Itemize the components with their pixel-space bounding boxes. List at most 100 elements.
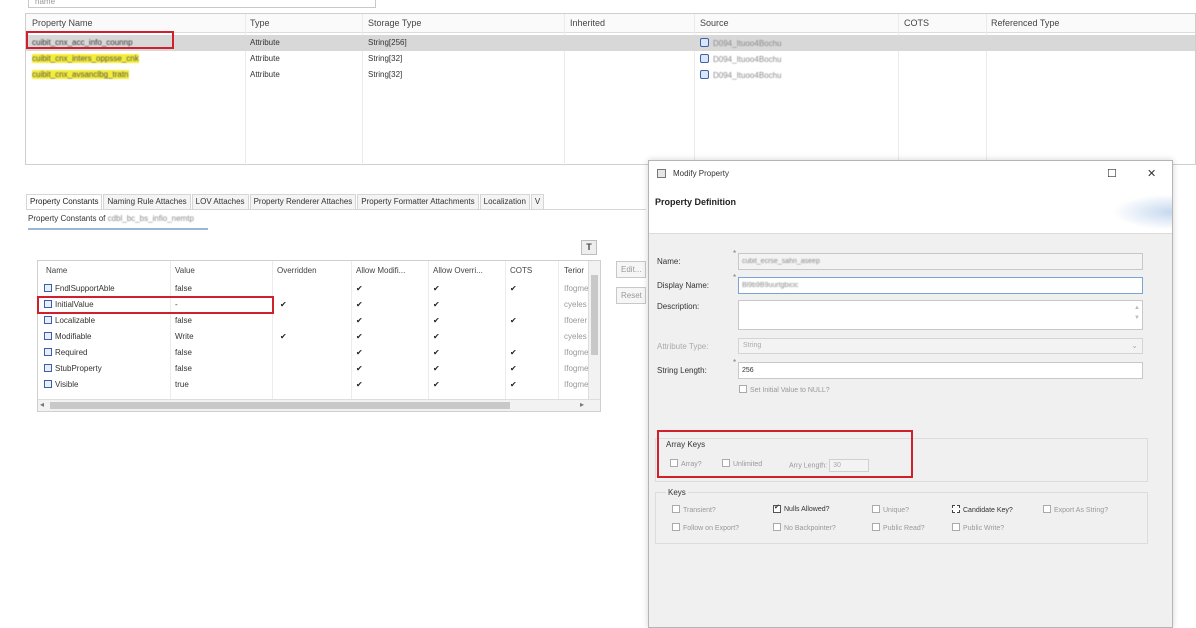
tab-property-renderer-attaches[interactable]: Property Renderer Attaches — [249, 194, 357, 209]
allow-override-cell: ✔ — [433, 284, 440, 293]
table-row[interactable]: Required false ✔ ✔ ✔ Ifogme — [38, 345, 600, 361]
value-cell: false — [175, 284, 192, 293]
tab-localization[interactable]: Localization — [479, 194, 530, 209]
allow-modify-cell: ✔ — [356, 364, 363, 373]
description-field[interactable]: ▲ ▼ — [738, 300, 1143, 330]
nulls-allowed-checkbox[interactable]: Nulls Allowed? — [773, 505, 830, 513]
vertical-scrollbar[interactable] — [588, 261, 600, 401]
close-icon[interactable]: ✕ — [1147, 167, 1156, 180]
table-row[interactable]: cuibit_cnx_acc_info_counnp Attribute Str… — [26, 35, 1195, 51]
table-row[interactable]: Localizable false ✔ ✔ ✔ Ifoerer — [38, 313, 600, 329]
constant-name-cell: Localizable — [44, 316, 95, 325]
column-header-storage-type[interactable]: Storage Type — [368, 18, 421, 28]
reset-button[interactable]: Reset — [616, 287, 646, 304]
column-header-overridden[interactable]: Overridden — [277, 266, 317, 275]
scroll-right-icon[interactable]: ▸ — [580, 400, 584, 409]
column-header-cots[interactable]: COTS — [904, 18, 929, 28]
export-as-string-checkbox[interactable]: Export As String? — [1043, 505, 1108, 514]
attribute-type-select: String ⌄ — [738, 338, 1143, 354]
column-header-property-name[interactable]: Property Name — [32, 18, 93, 28]
description-label: Description: — [657, 302, 700, 311]
no-backpointer-checkbox[interactable]: No Backpointer? — [773, 523, 836, 532]
scroll-left-icon[interactable]: ◂ — [40, 400, 44, 409]
column-header-source[interactable]: Source — [700, 18, 729, 28]
repository-icon — [700, 54, 709, 63]
extra-cell: cyeles — [564, 332, 587, 341]
table-row[interactable]: StubProperty false ✔ ✔ ✔ Ifogme — [38, 361, 600, 377]
allow-override-cell: ✔ — [433, 300, 440, 309]
follow-on-export-checkbox[interactable]: Follow on Export? — [672, 523, 739, 532]
constant-name-cell: FndlSupportAble — [44, 284, 115, 293]
column-header-referenced-type[interactable]: Referenced Type — [991, 18, 1059, 28]
filter-icon[interactable]: T — [581, 240, 597, 255]
table-row[interactable]: FndlSupportAble false ✔ ✔ ✔ Ifogme — [38, 281, 600, 297]
table-row[interactable]: cuibit_cnx_inters_oppsse_cnk Attribute S… — [26, 51, 1195, 67]
cots-cell: ✔ — [510, 380, 517, 389]
dialog-header: Property Definition — [649, 186, 1172, 234]
edit-icon — [44, 332, 52, 340]
tab-more[interactable]: V — [530, 194, 545, 209]
app-icon — [657, 169, 666, 178]
source-cell: D094_Ituoo4Bochu — [700, 70, 782, 80]
display-name-field[interactable]: Bl9b9B9uurtgbicic — [738, 277, 1143, 294]
value-cell: true — [175, 380, 189, 389]
unique-checkbox[interactable]: Unique? — [872, 505, 909, 514]
tab-naming-rule-attaches[interactable]: Naming Rule Attaches — [103, 194, 191, 209]
storage-type-cell: String[32] — [368, 54, 403, 63]
allow-modify-cell: ✔ — [356, 380, 363, 389]
value-cell: false — [175, 348, 192, 357]
transient-checkbox[interactable]: Transient? — [672, 505, 716, 514]
column-header-extra[interactable]: Terior — [564, 266, 584, 275]
table-row[interactable]: Visible true ✔ ✔ ✔ Ifogme — [38, 377, 600, 393]
edit-icon — [44, 348, 52, 356]
chevron-down-icon: ⌄ — [1131, 341, 1138, 350]
table-row[interactable]: cuibit_cnx_avsanclbg_tratn Attribute Str… — [26, 67, 1195, 83]
allow-override-cell: ✔ — [433, 348, 440, 357]
column-header-type[interactable]: Type — [250, 18, 270, 28]
type-cell: Attribute — [250, 70, 280, 79]
highlight-frame — [657, 430, 913, 478]
constant-name-cell: StubProperty — [44, 364, 102, 373]
extra-cell: Ifogme — [564, 348, 589, 357]
highlight-frame — [26, 31, 174, 49]
column-header-inherited[interactable]: Inherited — [570, 18, 605, 28]
column-header-cots[interactable]: COTS — [510, 266, 532, 275]
overridden-cell: ✔ — [280, 332, 287, 341]
edit-icon — [44, 316, 52, 324]
table-row[interactable]: Modifiable Write ✔ ✔ ✔ cyeles — [38, 329, 600, 345]
horizontal-scrollbar[interactable]: ◂ ▸ — [38, 399, 600, 411]
value-cell: false — [175, 364, 192, 373]
header-title: Property Definition — [655, 197, 737, 207]
allow-modify-cell: ✔ — [356, 332, 363, 341]
property-table-header: Property Name Type Storage Type Inherite… — [26, 14, 1195, 33]
edit-icon — [44, 364, 52, 372]
public-write-checkbox[interactable]: Public Write? — [952, 523, 1004, 532]
filter-input[interactable]: name — [28, 0, 376, 8]
tab-property-constants[interactable]: Property Constants — [26, 194, 103, 209]
column-header-allow-modify[interactable]: Allow Modifi... — [356, 266, 405, 275]
candidate-key-checkbox[interactable]: Candidate Key? — [952, 505, 1013, 514]
maximize-icon[interactable]: ☐ — [1107, 167, 1117, 180]
dialog-title: Modify Property — [673, 169, 730, 178]
column-header-allow-override[interactable]: Allow Overri... — [433, 266, 483, 275]
allow-modify-cell: ✔ — [356, 300, 363, 309]
extra-cell: Ifoerer — [564, 316, 588, 325]
repository-icon — [700, 70, 709, 79]
edit-icon — [44, 380, 52, 388]
name-field: cubit_ecrse_sahn_aseep — [738, 253, 1143, 270]
public-read-checkbox[interactable]: Public Read? — [872, 523, 925, 532]
cots-cell: ✔ — [510, 348, 517, 357]
column-header-name[interactable]: Name — [46, 266, 67, 275]
column-header-value[interactable]: Value — [175, 266, 195, 275]
dialog-titlebar: Modify Property ☐ ✕ — [649, 161, 1172, 186]
highlight-frame — [37, 296, 274, 314]
string-length-field[interactable]: 256 — [738, 362, 1143, 379]
tab-property-formatter-attachments[interactable]: Property Formatter Attachments — [357, 194, 479, 209]
tab-lov-attaches[interactable]: LOV Attaches — [191, 194, 249, 209]
string-length-label: String Length: — [657, 366, 707, 375]
property-name-cell: cuibit_cnx_inters_oppsse_cnk — [32, 54, 139, 63]
constants-title: Property Constants of cdbl_bc_bs_infio_n… — [28, 214, 194, 223]
null-initial-checkbox[interactable]: Set Initial Value to NULL? — [739, 385, 830, 394]
edit-button[interactable]: Edit... — [616, 261, 646, 278]
value-cell: false — [175, 316, 192, 325]
